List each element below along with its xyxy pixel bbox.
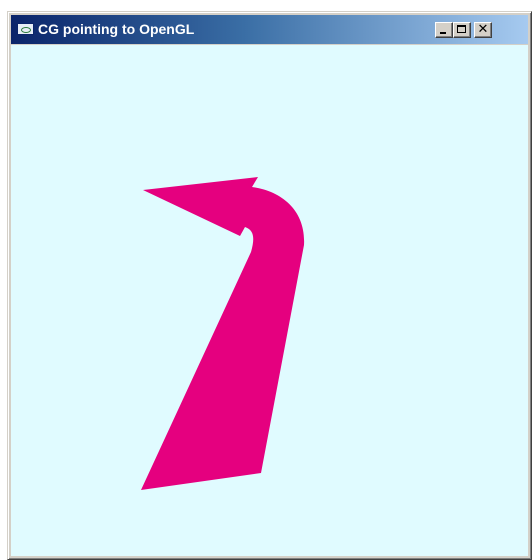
close-button[interactable]: ✕ [474,22,492,38]
app-window: CG pointing to OpenGL ✕ [7,11,532,560]
canvas-drawing [141,177,305,490]
window-title: CG pointing to OpenGL [38,21,195,37]
minimize-button[interactable] [435,22,453,38]
maximize-button[interactable] [453,22,471,38]
close-icon: ✕ [477,22,489,37]
title-bar[interactable]: CG pointing to OpenGL ✕ [11,15,528,44]
arrow-shape [141,177,305,490]
opengl-app-icon[interactable] [17,23,34,35]
opengl-canvas[interactable] [11,45,528,556]
